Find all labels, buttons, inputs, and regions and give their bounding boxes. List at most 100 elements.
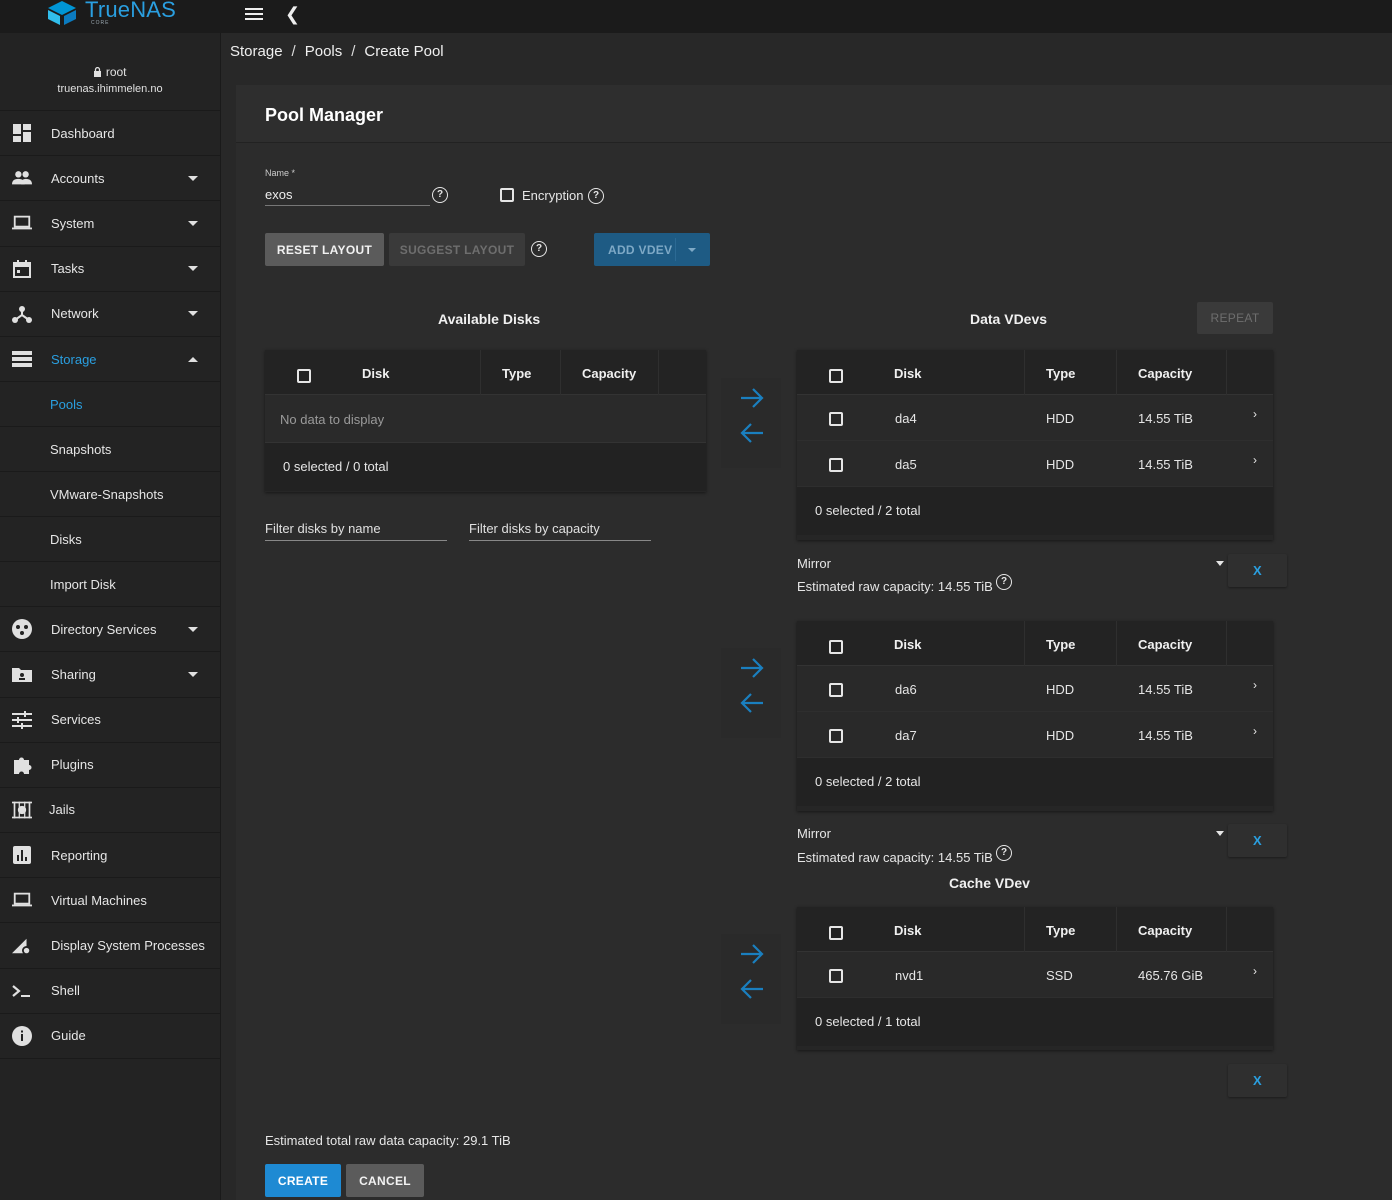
column-type[interactable]: Type bbox=[502, 366, 531, 381]
table-row[interactable]: da7 HDD 14.55 TiB › bbox=[797, 712, 1273, 758]
column-disk[interactable]: Disk bbox=[894, 637, 921, 652]
column-capacity[interactable]: Capacity bbox=[1138, 366, 1192, 381]
terminal-icon bbox=[12, 981, 32, 1001]
chevron-right-icon[interactable]: › bbox=[1253, 407, 1257, 421]
help-icon[interactable]: ? bbox=[996, 574, 1012, 590]
filter-by-capacity-input[interactable] bbox=[469, 517, 651, 541]
arrow-left-icon[interactable] bbox=[740, 978, 764, 1000]
suggest-layout-button[interactable]: SUGGEST LAYOUT bbox=[389, 233, 525, 266]
chevron-right-icon[interactable]: › bbox=[1253, 678, 1257, 692]
filter-by-name-input[interactable] bbox=[265, 517, 447, 541]
sidebar-item-services[interactable]: Services bbox=[0, 698, 220, 743]
chevron-right-icon[interactable]: › bbox=[1253, 724, 1257, 738]
sidebar-item-shell[interactable]: Shell bbox=[0, 969, 220, 1014]
table-row[interactable]: da5 HDD 14.55 TiB › bbox=[797, 441, 1273, 487]
selection-count: 0 selected / 1 total bbox=[815, 1014, 921, 1029]
sidebar-item-plugins[interactable]: Plugins bbox=[0, 743, 220, 788]
row-checkbox[interactable] bbox=[829, 683, 843, 697]
sidebar-item-display-system-processes[interactable]: Display System Processes bbox=[0, 923, 220, 969]
table-row[interactable]: da6 HDD 14.55 TiB › bbox=[797, 666, 1273, 712]
table-row[interactable]: nvd1 SSD 465.76 GiB › bbox=[797, 952, 1273, 998]
menu-toggle-icon[interactable] bbox=[244, 5, 264, 25]
selection-count: 0 selected / 0 total bbox=[283, 459, 389, 474]
add-vdev-button[interactable]: ADD VDEV bbox=[594, 233, 710, 266]
help-icon[interactable]: ? bbox=[588, 188, 604, 204]
repeat-button[interactable]: REPEAT bbox=[1197, 302, 1273, 334]
chevron-right-icon[interactable]: › bbox=[1253, 453, 1257, 467]
column-disk[interactable]: Disk bbox=[894, 366, 921, 381]
remove-vdev-button[interactable]: X bbox=[1228, 554, 1287, 587]
disk-capacity: 14.55 TiB bbox=[1138, 728, 1193, 743]
chevron-down-icon[interactable] bbox=[1216, 561, 1224, 566]
chevron-right-icon[interactable]: › bbox=[1253, 964, 1257, 978]
row-checkbox[interactable] bbox=[829, 969, 843, 983]
vdev-layout-select[interactable]: Mirror bbox=[797, 556, 831, 571]
column-type[interactable]: Type bbox=[1046, 637, 1075, 652]
sidebar-item-directory-services[interactable]: Directory Services bbox=[0, 607, 220, 653]
sidebar-item-guide[interactable]: Guide bbox=[0, 1014, 220, 1059]
encryption-checkbox[interactable] bbox=[500, 188, 514, 202]
sidebar-item-network[interactable]: Network bbox=[0, 292, 220, 337]
move-disks-controls bbox=[721, 378, 781, 468]
truenas-logo[interactable]: TrueNAS bbox=[45, 0, 176, 28]
select-all-checkbox[interactable] bbox=[829, 369, 843, 383]
row-checkbox[interactable] bbox=[829, 412, 843, 426]
cancel-button[interactable]: CANCEL bbox=[346, 1164, 424, 1197]
sidebar-item-jails[interactable]: Jails bbox=[0, 788, 220, 834]
row-checkbox[interactable] bbox=[829, 458, 843, 472]
select-all-checkbox[interactable] bbox=[829, 640, 843, 654]
column-disk[interactable]: Disk bbox=[894, 923, 921, 938]
user-name-row: root bbox=[0, 65, 220, 79]
arrow-left-icon[interactable] bbox=[740, 692, 764, 714]
empty-state-text: No data to display bbox=[280, 412, 385, 427]
sidebar-item-label: Directory Services bbox=[51, 621, 157, 637]
select-all-checkbox[interactable] bbox=[297, 369, 311, 383]
breadcrumb-separator: / bbox=[351, 43, 356, 60]
column-capacity[interactable]: Capacity bbox=[1138, 637, 1192, 652]
arrow-right-icon[interactable] bbox=[740, 943, 764, 965]
vdev-layout-select[interactable]: Mirror bbox=[797, 826, 831, 841]
column-divider bbox=[1116, 621, 1117, 666]
breadcrumb-storage[interactable]: Storage bbox=[230, 43, 283, 60]
sidebar-item-sharing[interactable]: Sharing bbox=[0, 652, 220, 698]
breadcrumb-pools[interactable]: Pools bbox=[305, 43, 343, 60]
sidebar-item-storage[interactable]: Storage bbox=[0, 337, 220, 383]
row-checkbox[interactable] bbox=[829, 729, 843, 743]
chevron-down-icon[interactable] bbox=[1216, 831, 1224, 836]
sidebar-item-tasks[interactable]: Tasks bbox=[0, 247, 220, 292]
arrow-left-icon[interactable] bbox=[740, 422, 764, 444]
arrow-right-icon[interactable] bbox=[740, 657, 764, 679]
sidebar-subitem-pools[interactable]: Pools bbox=[0, 382, 220, 428]
chevron-left-icon[interactable]: ❮ bbox=[285, 4, 300, 25]
help-icon[interactable]: ? bbox=[432, 187, 448, 203]
remove-vdev-button[interactable]: X bbox=[1228, 824, 1287, 857]
arrow-right-icon[interactable] bbox=[740, 387, 764, 409]
column-disk[interactable]: Disk bbox=[362, 366, 389, 381]
pool-name-input[interactable] bbox=[265, 184, 430, 206]
column-capacity[interactable]: Capacity bbox=[1138, 923, 1192, 938]
reset-layout-button[interactable]: RESET LAYOUT bbox=[265, 233, 384, 266]
sidebar-item-dashboard[interactable]: Dashboard bbox=[0, 111, 220, 157]
move-disks-controls bbox=[721, 934, 781, 1024]
table-header: Disk Type Capacity bbox=[797, 907, 1273, 952]
sidebar-item-virtual-machines[interactable]: Virtual Machines bbox=[0, 878, 220, 924]
sidebar-subitem-disks[interactable]: Disks bbox=[0, 517, 220, 563]
sidebar-item-system[interactable]: System bbox=[0, 201, 220, 247]
create-button[interactable]: CREATE bbox=[265, 1164, 341, 1197]
sidebar-subitem-import-disk[interactable]: Import Disk bbox=[0, 562, 220, 608]
sidebar-subitem-vmware-snapshots[interactable]: VMware-Snapshots bbox=[0, 472, 220, 518]
sidebar-subitem-snapshots[interactable]: Snapshots bbox=[0, 427, 220, 473]
sidebar-item-label: Sharing bbox=[51, 666, 96, 682]
select-all-checkbox[interactable] bbox=[829, 926, 843, 940]
button-divider bbox=[675, 238, 676, 261]
column-type[interactable]: Type bbox=[1046, 366, 1075, 381]
sidebar-item-accounts[interactable]: Accounts bbox=[0, 156, 220, 202]
column-type[interactable]: Type bbox=[1046, 923, 1075, 938]
help-icon[interactable]: ? bbox=[531, 241, 547, 257]
chevron-down-icon[interactable] bbox=[688, 248, 696, 252]
column-capacity[interactable]: Capacity bbox=[582, 366, 636, 381]
remove-cache-vdev-button[interactable]: X bbox=[1228, 1064, 1287, 1097]
table-row[interactable]: da4 HDD 14.55 TiB › bbox=[797, 395, 1273, 441]
help-icon[interactable]: ? bbox=[996, 845, 1012, 861]
sidebar-item-reporting[interactable]: Reporting bbox=[0, 833, 220, 879]
